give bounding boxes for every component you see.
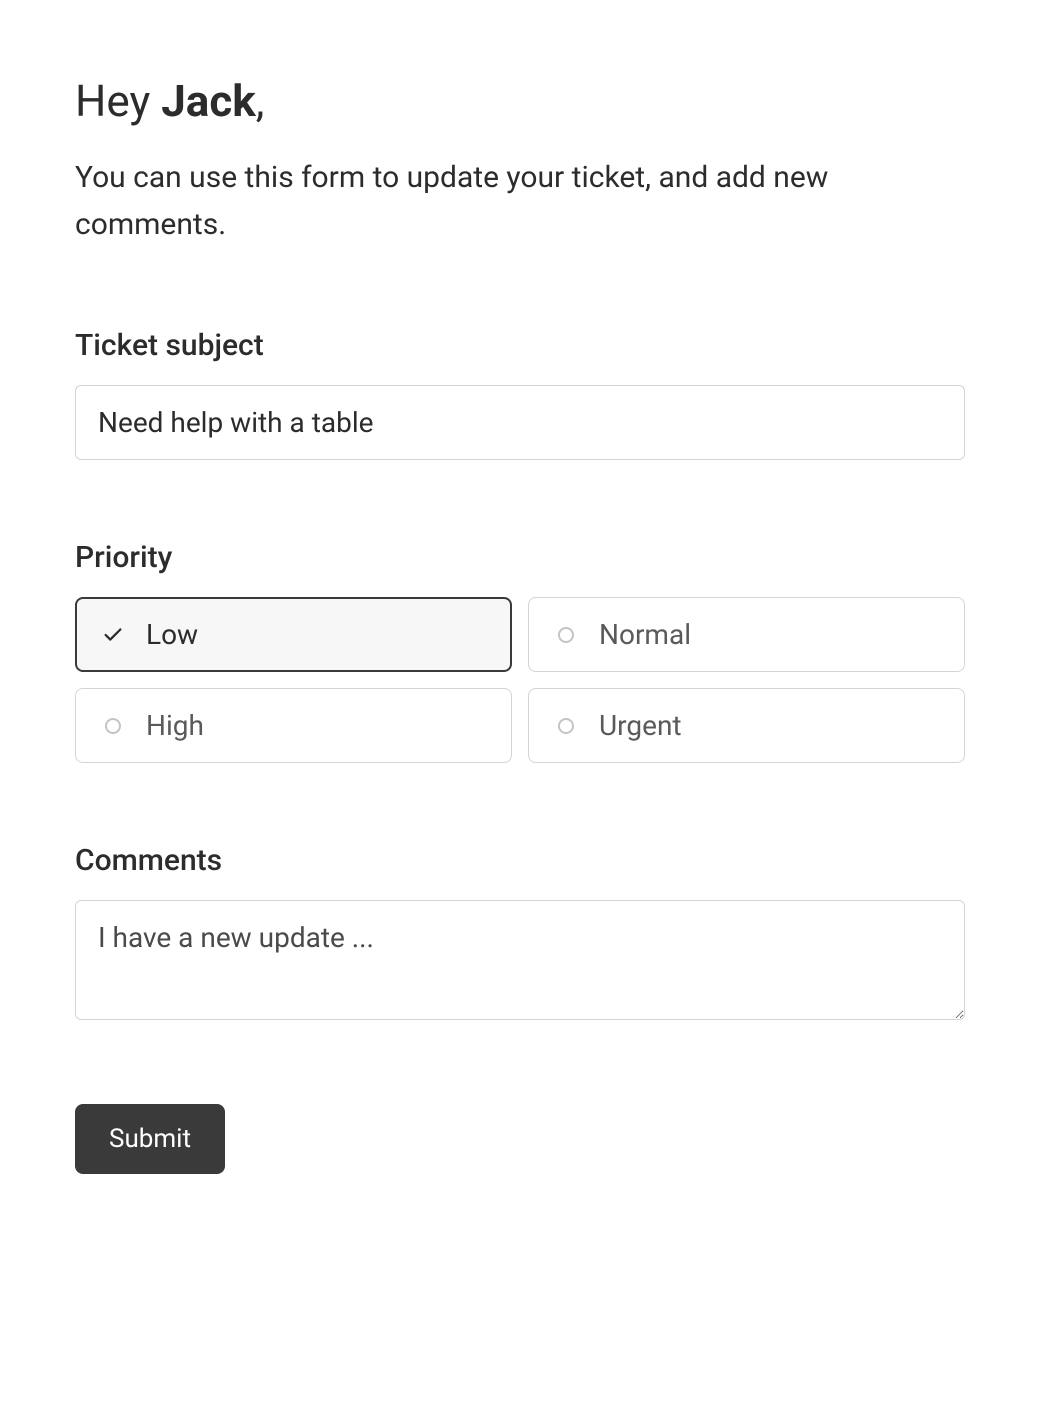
subject-field-group: Ticket subject bbox=[75, 328, 965, 460]
comments-textarea[interactable] bbox=[75, 900, 965, 1020]
greeting-name: Jack bbox=[161, 75, 256, 127]
priority-field-group: Priority Low Normal High U bbox=[75, 540, 965, 763]
check-icon bbox=[102, 624, 124, 646]
circle-icon bbox=[102, 715, 124, 737]
circle-icon bbox=[555, 715, 577, 737]
comments-field-group: Comments bbox=[75, 843, 965, 1024]
form-description: You can use this form to update your tic… bbox=[75, 155, 965, 248]
priority-option-high[interactable]: High bbox=[75, 688, 512, 763]
greeting-suffix: , bbox=[256, 75, 265, 127]
circle-icon bbox=[555, 624, 577, 646]
comments-label: Comments bbox=[75, 843, 965, 878]
subject-label: Ticket subject bbox=[75, 328, 965, 363]
priority-option-low[interactable]: Low bbox=[75, 597, 512, 672]
priority-option-label: Normal bbox=[599, 618, 691, 651]
priority-option-label: Low bbox=[146, 618, 198, 651]
greeting-heading: Hey Jack, bbox=[75, 75, 965, 127]
priority-option-label: Urgent bbox=[599, 709, 682, 742]
submit-button[interactable]: Submit bbox=[75, 1104, 225, 1174]
greeting-prefix: Hey bbox=[75, 75, 161, 127]
subject-input[interactable] bbox=[75, 385, 965, 460]
priority-grid: Low Normal High Urgent bbox=[75, 597, 965, 763]
priority-option-normal[interactable]: Normal bbox=[528, 597, 965, 672]
priority-option-label: High bbox=[146, 709, 204, 742]
priority-label: Priority bbox=[75, 540, 965, 575]
priority-option-urgent[interactable]: Urgent bbox=[528, 688, 965, 763]
